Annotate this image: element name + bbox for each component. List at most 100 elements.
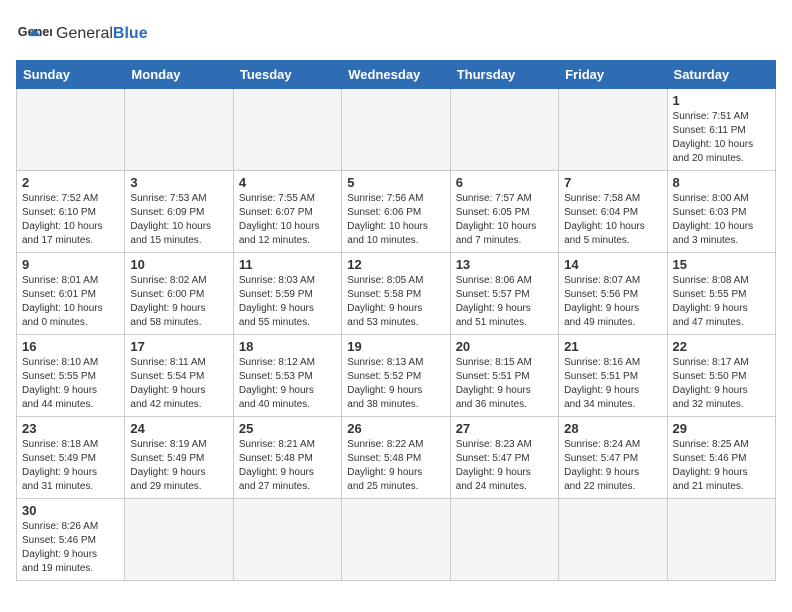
calendar-cell bbox=[342, 499, 450, 581]
logo: General GeneralBlue bbox=[16, 16, 148, 52]
calendar-cell bbox=[233, 499, 341, 581]
day-info: Sunrise: 8:17 AM Sunset: 5:50 PM Dayligh… bbox=[673, 356, 770, 412]
week-row-1: 2 Sunrise: 7:52 AM Sunset: 6:10 PM Daylig… bbox=[17, 171, 776, 253]
day-number: 4 bbox=[239, 175, 336, 190]
day-number: 5 bbox=[347, 175, 444, 190]
day-number: 13 bbox=[456, 257, 553, 272]
calendar-cell: 20 Sunrise: 8:15 AM Sunset: 5:51 PM Dayli… bbox=[450, 335, 558, 417]
day-info: Sunrise: 8:10 AM Sunset: 5:55 PM Dayligh… bbox=[22, 356, 119, 412]
day-info: Sunrise: 8:21 AM Sunset: 5:48 PM Dayligh… bbox=[239, 438, 336, 494]
day-number: 20 bbox=[456, 339, 553, 354]
day-number: 30 bbox=[22, 503, 119, 518]
calendar-cell: 24 Sunrise: 8:19 AM Sunset: 5:49 PM Dayli… bbox=[125, 417, 233, 499]
day-info: Sunrise: 8:01 AM Sunset: 6:01 PM Dayligh… bbox=[22, 274, 119, 330]
day-number: 2 bbox=[22, 175, 119, 190]
week-row-0: 1Sunrise: 7:51 AM Sunset: 6:11 PM Daylig… bbox=[17, 89, 776, 171]
day-number: 29 bbox=[673, 421, 770, 436]
calendar-cell: 21 Sunrise: 8:16 AM Sunset: 5:51 PM Dayli… bbox=[559, 335, 667, 417]
week-row-5: 30Sunrise: 8:26 AM Sunset: 5:46 PM Dayli… bbox=[17, 499, 776, 581]
calendar-cell: 3 Sunrise: 7:53 AM Sunset: 6:09 PM Daylig… bbox=[125, 171, 233, 253]
calendar-cell bbox=[450, 499, 558, 581]
day-number: 6 bbox=[456, 175, 553, 190]
day-info: Sunrise: 8:16 AM Sunset: 5:51 PM Dayligh… bbox=[564, 356, 661, 412]
day-number: 27 bbox=[456, 421, 553, 436]
day-info: Sunrise: 7:55 AM Sunset: 6:07 PM Dayligh… bbox=[239, 192, 336, 248]
day-info: Sunrise: 8:08 AM Sunset: 5:55 PM Dayligh… bbox=[673, 274, 770, 330]
calendar-cell bbox=[667, 499, 775, 581]
day-info: Sunrise: 8:25 AM Sunset: 5:46 PM Dayligh… bbox=[673, 438, 770, 494]
calendar-cell: 22 Sunrise: 8:17 AM Sunset: 5:50 PM Dayli… bbox=[667, 335, 775, 417]
day-info: Sunrise: 8:03 AM Sunset: 5:59 PM Dayligh… bbox=[239, 274, 336, 330]
day-info: Sunrise: 7:58 AM Sunset: 6:04 PM Dayligh… bbox=[564, 192, 661, 248]
day-info: Sunrise: 8:05 AM Sunset: 5:58 PM Dayligh… bbox=[347, 274, 444, 330]
day-number: 21 bbox=[564, 339, 661, 354]
page-header: General GeneralBlue bbox=[16, 16, 776, 52]
calendar-cell: 2 Sunrise: 7:52 AM Sunset: 6:10 PM Daylig… bbox=[17, 171, 125, 253]
calendar-cell: 28Sunrise: 8:24 AM Sunset: 5:47 PM Dayli… bbox=[559, 417, 667, 499]
calendar-cell: 6 Sunrise: 7:57 AM Sunset: 6:05 PM Daylig… bbox=[450, 171, 558, 253]
calendar-cell: 15 Sunrise: 8:08 AM Sunset: 5:55 PM Dayli… bbox=[667, 253, 775, 335]
col-header-tuesday: Tuesday bbox=[233, 61, 341, 89]
calendar-cell bbox=[450, 89, 558, 171]
day-number: 26 bbox=[347, 421, 444, 436]
day-info: Sunrise: 8:19 AM Sunset: 5:49 PM Dayligh… bbox=[130, 438, 227, 494]
day-number: 15 bbox=[673, 257, 770, 272]
day-info: Sunrise: 7:52 AM Sunset: 6:10 PM Dayligh… bbox=[22, 192, 119, 248]
day-info: Sunrise: 7:57 AM Sunset: 6:05 PM Dayligh… bbox=[456, 192, 553, 248]
week-row-4: 23 Sunrise: 8:18 AM Sunset: 5:49 PM Dayli… bbox=[17, 417, 776, 499]
day-info: Sunrise: 8:18 AM Sunset: 5:49 PM Dayligh… bbox=[22, 438, 119, 494]
day-number: 18 bbox=[239, 339, 336, 354]
day-info: Sunrise: 8:06 AM Sunset: 5:57 PM Dayligh… bbox=[456, 274, 553, 330]
logo-blue: Blue bbox=[113, 25, 148, 42]
calendar-cell bbox=[559, 89, 667, 171]
day-number: 9 bbox=[22, 257, 119, 272]
calendar-cell: 7 Sunrise: 7:58 AM Sunset: 6:04 PM Daylig… bbox=[559, 171, 667, 253]
day-info: Sunrise: 8:15 AM Sunset: 5:51 PM Dayligh… bbox=[456, 356, 553, 412]
day-number: 25 bbox=[239, 421, 336, 436]
calendar-header-row: SundayMondayTuesdayWednesdayThursdayFrid… bbox=[17, 61, 776, 89]
col-header-thursday: Thursday bbox=[450, 61, 558, 89]
day-number: 7 bbox=[564, 175, 661, 190]
day-number: 16 bbox=[22, 339, 119, 354]
calendar-cell: 8 Sunrise: 8:00 AM Sunset: 6:03 PM Daylig… bbox=[667, 171, 775, 253]
day-number: 24 bbox=[130, 421, 227, 436]
week-row-2: 9 Sunrise: 8:01 AM Sunset: 6:01 PM Daylig… bbox=[17, 253, 776, 335]
calendar-cell: 10 Sunrise: 8:02 AM Sunset: 6:00 PM Dayli… bbox=[125, 253, 233, 335]
col-header-friday: Friday bbox=[559, 61, 667, 89]
calendar-cell: 18Sunrise: 8:12 AM Sunset: 5:53 PM Dayli… bbox=[233, 335, 341, 417]
day-number: 8 bbox=[673, 175, 770, 190]
calendar-cell: 16 Sunrise: 8:10 AM Sunset: 5:55 PM Dayli… bbox=[17, 335, 125, 417]
calendar-cell: 30Sunrise: 8:26 AM Sunset: 5:46 PM Dayli… bbox=[17, 499, 125, 581]
day-number: 3 bbox=[130, 175, 227, 190]
calendar-cell: 19Sunrise: 8:13 AM Sunset: 5:52 PM Dayli… bbox=[342, 335, 450, 417]
day-number: 23 bbox=[22, 421, 119, 436]
calendar-table: SundayMondayTuesdayWednesdayThursdayFrid… bbox=[16, 60, 776, 581]
logo-icon: General bbox=[16, 16, 52, 52]
day-info: Sunrise: 8:00 AM Sunset: 6:03 PM Dayligh… bbox=[673, 192, 770, 248]
calendar-cell bbox=[125, 89, 233, 171]
calendar-cell: 4 Sunrise: 7:55 AM Sunset: 6:07 PM Daylig… bbox=[233, 171, 341, 253]
day-info: Sunrise: 8:07 AM Sunset: 5:56 PM Dayligh… bbox=[564, 274, 661, 330]
week-row-3: 16 Sunrise: 8:10 AM Sunset: 5:55 PM Dayli… bbox=[17, 335, 776, 417]
day-info: Sunrise: 8:23 AM Sunset: 5:47 PM Dayligh… bbox=[456, 438, 553, 494]
day-info: Sunrise: 8:13 AM Sunset: 5:52 PM Dayligh… bbox=[347, 356, 444, 412]
day-info: Sunrise: 7:53 AM Sunset: 6:09 PM Dayligh… bbox=[130, 192, 227, 248]
calendar-cell bbox=[342, 89, 450, 171]
col-header-monday: Monday bbox=[125, 61, 233, 89]
calendar-cell: 27 Sunrise: 8:23 AM Sunset: 5:47 PM Dayli… bbox=[450, 417, 558, 499]
calendar-cell: 17Sunrise: 8:11 AM Sunset: 5:54 PM Dayli… bbox=[125, 335, 233, 417]
day-info: Sunrise: 8:24 AM Sunset: 5:47 PM Dayligh… bbox=[564, 438, 661, 494]
col-header-wednesday: Wednesday bbox=[342, 61, 450, 89]
day-number: 17 bbox=[130, 339, 227, 354]
day-number: 22 bbox=[673, 339, 770, 354]
calendar-cell bbox=[125, 499, 233, 581]
calendar-cell: 26Sunrise: 8:22 AM Sunset: 5:48 PM Dayli… bbox=[342, 417, 450, 499]
calendar-cell: 1Sunrise: 7:51 AM Sunset: 6:11 PM Daylig… bbox=[667, 89, 775, 171]
day-number: 14 bbox=[564, 257, 661, 272]
day-number: 11 bbox=[239, 257, 336, 272]
day-info: Sunrise: 8:02 AM Sunset: 6:00 PM Dayligh… bbox=[130, 274, 227, 330]
day-number: 10 bbox=[130, 257, 227, 272]
calendar-cell bbox=[559, 499, 667, 581]
col-header-saturday: Saturday bbox=[667, 61, 775, 89]
col-header-sunday: Sunday bbox=[17, 61, 125, 89]
